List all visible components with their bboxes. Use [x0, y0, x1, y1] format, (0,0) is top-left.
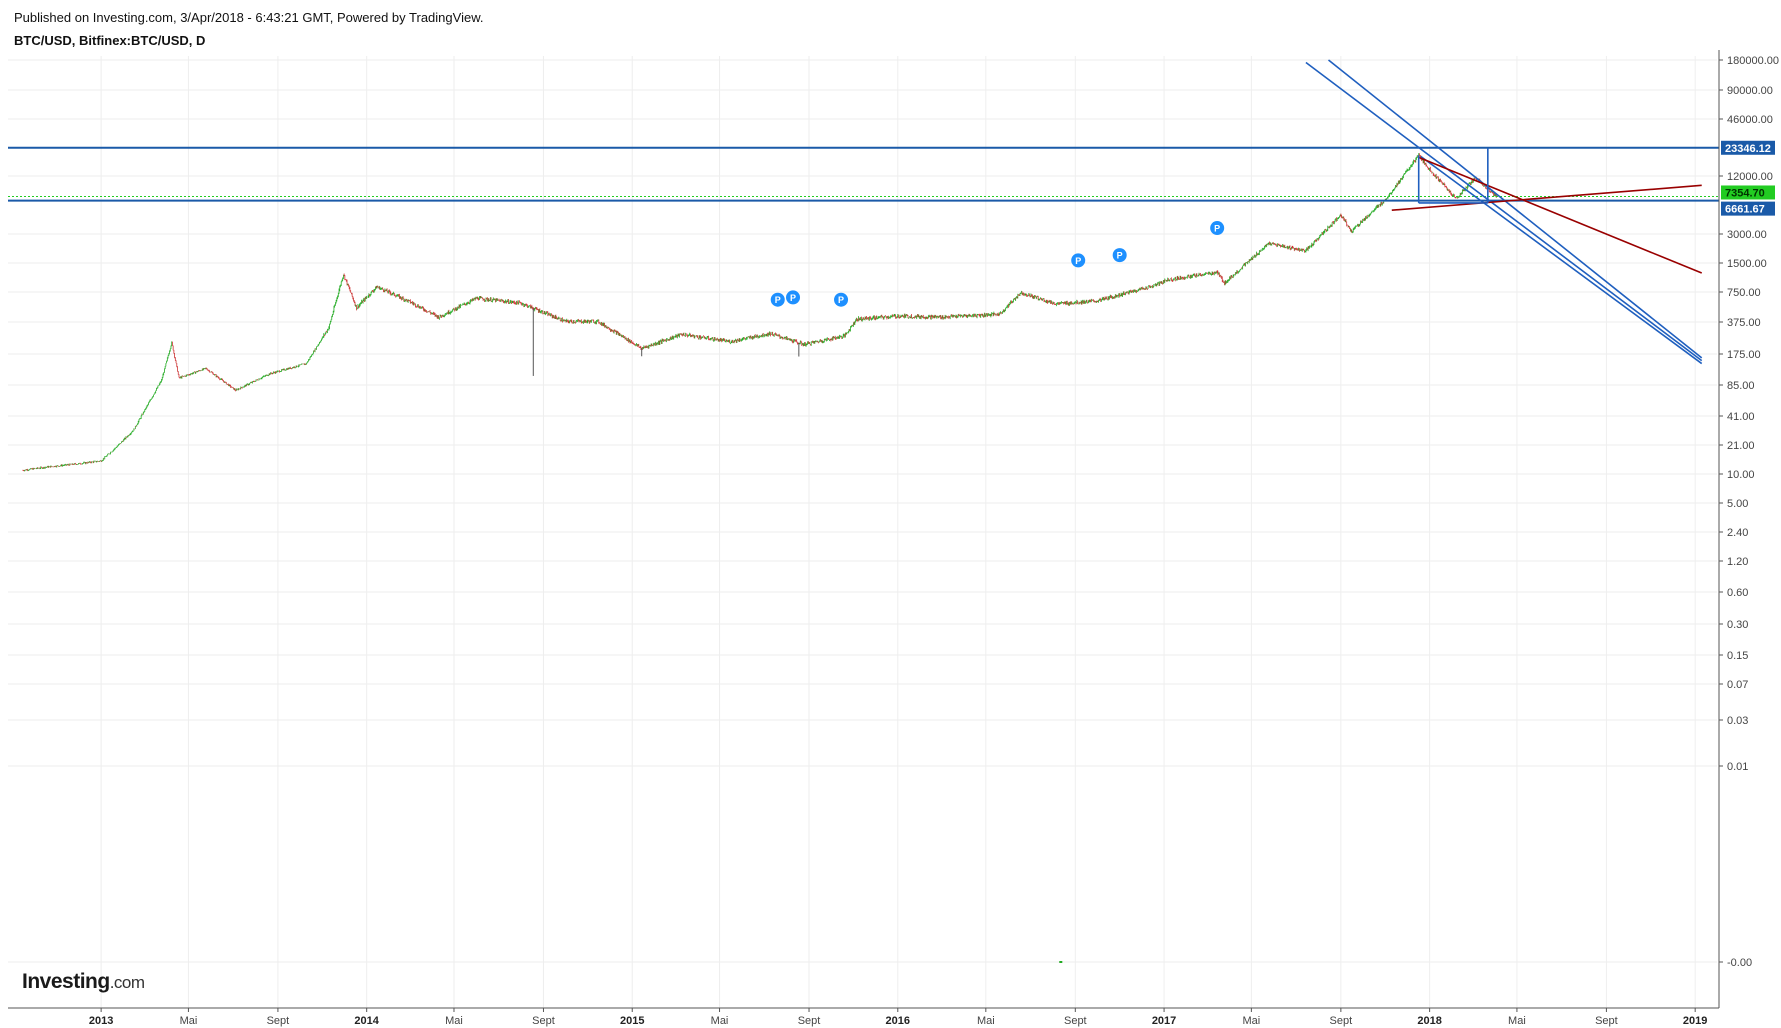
x-tick-label: Mai — [977, 1015, 995, 1027]
x-tick-label: 2015 — [620, 1015, 644, 1027]
y-tick-label: 175.00 — [1727, 349, 1761, 361]
candle-series — [22, 153, 1497, 963]
y-tick-label: 85.00 — [1727, 380, 1755, 392]
y-tick-label: 2.40 — [1727, 527, 1748, 539]
y-tick-label: 12000.00 — [1727, 171, 1773, 183]
y-tick-label: 0.60 — [1727, 587, 1748, 599]
pivot-label: P — [1075, 256, 1081, 266]
price-badge-label: 23346.12 — [1725, 143, 1771, 155]
investing-logo: Investing.com — [22, 970, 145, 993]
trendline — [1391, 184, 1702, 211]
y-tick-label: 0.03 — [1727, 715, 1748, 727]
y-tick-label: 0.01 — [1727, 761, 1748, 773]
price-badge-label: 7354.70 — [1725, 187, 1765, 199]
y-tick-label: 180000.00 — [1727, 55, 1779, 67]
pivot-label: P — [838, 295, 844, 305]
x-tick-label: Mai — [711, 1015, 729, 1027]
x-tick-label: Sept — [1064, 1015, 1087, 1027]
y-tick-label: 375.00 — [1727, 317, 1761, 329]
pivot-label: P — [775, 295, 781, 305]
y-tick-label: 5.00 — [1727, 498, 1748, 510]
x-tick-label: Sept — [1330, 1015, 1353, 1027]
stray-point — [1059, 961, 1063, 963]
price-badge-label: 6661.67 — [1725, 204, 1765, 216]
pivot-label: P — [1117, 251, 1123, 261]
x-tick-label: Mai — [180, 1015, 198, 1027]
y-tick-label: 41.00 — [1727, 411, 1755, 423]
trendline — [1305, 61, 1703, 362]
x-tick-label: 2017 — [1152, 1015, 1176, 1027]
x-tick-label: 2014 — [354, 1015, 379, 1027]
x-tick-label: Mai — [445, 1015, 463, 1027]
y-tick-label: 0.30 — [1727, 619, 1748, 631]
y-tick-label: 0.15 — [1727, 650, 1748, 662]
pivot-label: P — [1214, 224, 1220, 234]
y-tick-label: 1.20 — [1727, 556, 1748, 568]
grid-lines — [8, 56, 1717, 1008]
x-tick-label: 2016 — [886, 1015, 910, 1027]
x-tick-label: Sept — [532, 1015, 555, 1027]
price-chart[interactable]: P P PPPP 180000.0090000.0046000.0012000.00… — [0, 0, 1781, 1028]
x-tick-label: Mai — [1243, 1015, 1261, 1027]
y-tick-label: 0.07 — [1727, 679, 1748, 691]
y-tick-label: 21.00 — [1727, 440, 1755, 452]
trendlines — [1305, 59, 1703, 365]
trendline — [1419, 156, 1703, 274]
x-tick-label: 2019 — [1683, 1015, 1707, 1027]
y-tick-label: 3000.00 — [1727, 229, 1767, 241]
y-tick-label: 1500.00 — [1727, 258, 1767, 270]
y-tick-label: 10.00 — [1727, 469, 1755, 481]
y-tick-label: 90000.00 — [1727, 85, 1773, 97]
trendline — [1420, 155, 1703, 365]
x-tick-label: 2018 — [1417, 1015, 1441, 1027]
x-tick-label: Sept — [798, 1015, 821, 1027]
x-tick-label: Sept — [1595, 1015, 1618, 1027]
y-tick-label: -0.00 — [1727, 957, 1752, 969]
x-tick-label: Sept — [267, 1015, 290, 1027]
trendline — [1327, 59, 1703, 359]
pivot-label: P — [790, 293, 796, 303]
y-tick-label: 750.00 — [1727, 287, 1761, 299]
y-tick-label: 46000.00 — [1727, 114, 1773, 126]
x-tick-label: Mai — [1508, 1015, 1526, 1027]
x-tick-label: 2013 — [89, 1015, 113, 1027]
